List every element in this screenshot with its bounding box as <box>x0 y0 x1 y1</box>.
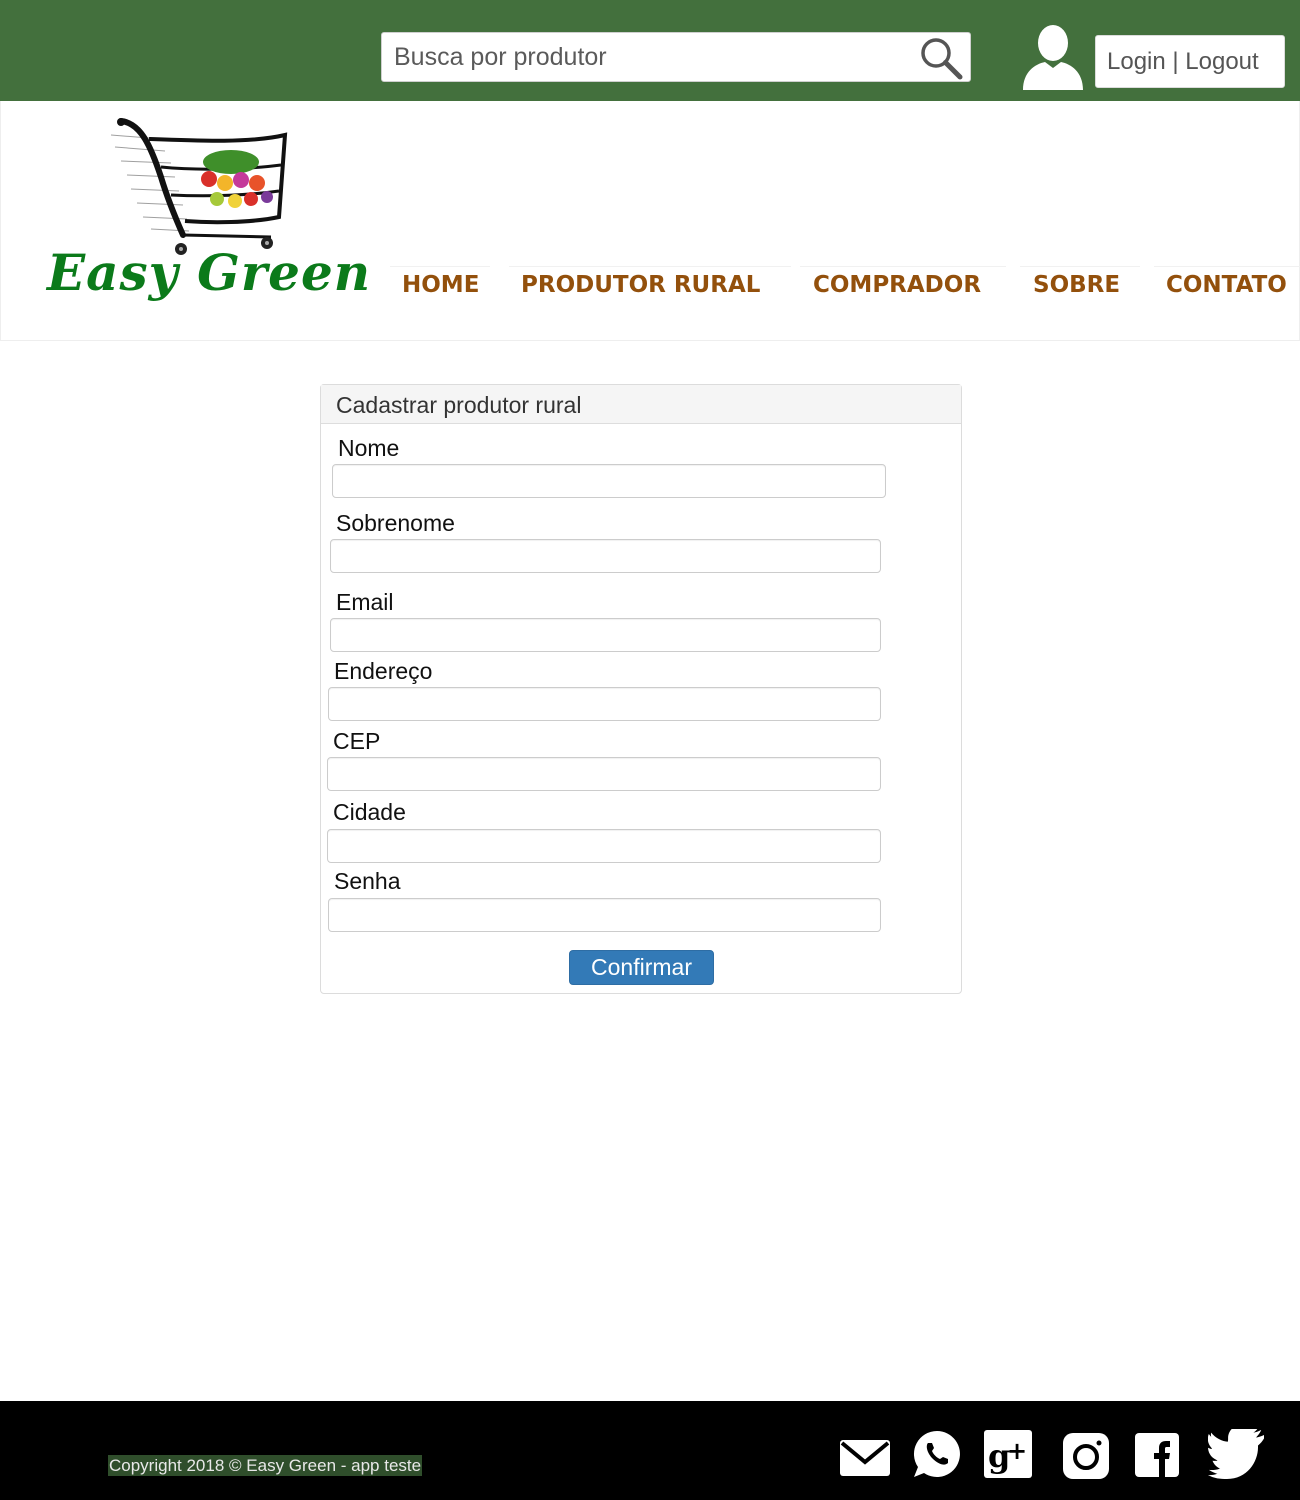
nome-field[interactable] <box>332 464 886 498</box>
top-bar: Login | Logout <box>0 0 1300 101</box>
panel-title: Cadastrar produtor rural <box>321 385 961 424</box>
register-panel: Cadastrar produtor rural Nome Sobrenome … <box>320 384 962 994</box>
label-cidade: Cidade <box>333 799 406 825</box>
endereco-field[interactable] <box>328 687 881 721</box>
nav-home-label: HOME <box>402 272 480 298</box>
cep-field[interactable] <box>327 757 881 791</box>
senha-field[interactable] <box>328 898 881 932</box>
confirm-button[interactable]: Confirmar <box>569 950 714 985</box>
nav-produtor-rural-label: PRODUTOR RURAL <box>521 272 761 298</box>
nav-comprador[interactable]: COMPRADOR <box>800 266 1006 307</box>
search-box[interactable] <box>381 32 971 82</box>
whatsapp-icon[interactable] <box>912 1429 962 1479</box>
label-nome: Nome <box>338 435 400 461</box>
site-header: Easy Green HOME PRODUTOR RURAL COMPRADOR… <box>0 101 1300 341</box>
search-icon[interactable] <box>918 36 964 80</box>
label-sobrenome: Sobrenome <box>336 510 455 536</box>
cart-logo-icon[interactable] <box>101 117 291 257</box>
site-footer: Copyright 2018 © Easy Green - app teste … <box>0 1401 1300 1500</box>
nav-comprador-label: COMPRADOR <box>813 272 982 298</box>
facebook-icon[interactable] <box>1134 1432 1180 1478</box>
nav-sobre-label: SOBRE <box>1033 272 1121 298</box>
label-endereco: Endereço <box>334 658 433 684</box>
google-plus-icon[interactable]: g + <box>983 1429 1033 1479</box>
label-cep: CEP <box>333 728 381 754</box>
nav-contato[interactable]: CONTATO <box>1154 266 1300 307</box>
copyright-text: Copyright 2018 © Easy Green - app teste <box>108 1455 423 1476</box>
label-senha: Senha <box>334 868 401 894</box>
email-field[interactable] <box>330 618 881 652</box>
logo-text[interactable]: Easy Green <box>47 243 371 302</box>
twitter-icon[interactable] <box>1208 1429 1266 1479</box>
login-logout-button[interactable]: Login | Logout <box>1095 35 1285 88</box>
search-input[interactable] <box>382 33 936 81</box>
nav-contato-label: CONTATO <box>1166 272 1287 298</box>
user-icon[interactable] <box>1021 24 1085 92</box>
label-email: Email <box>336 589 394 615</box>
nav-produtor-rural[interactable]: PRODUTOR RURAL <box>509 266 791 307</box>
cidade-field[interactable] <box>327 829 881 863</box>
nav-home[interactable]: HOME <box>390 266 490 307</box>
svg-text:+: + <box>1007 1437 1027 1465</box>
mail-icon[interactable] <box>839 1438 891 1478</box>
sobrenome-field[interactable] <box>330 539 881 573</box>
nav-sobre[interactable]: SOBRE <box>1020 266 1140 307</box>
instagram-icon[interactable] <box>1062 1432 1110 1480</box>
